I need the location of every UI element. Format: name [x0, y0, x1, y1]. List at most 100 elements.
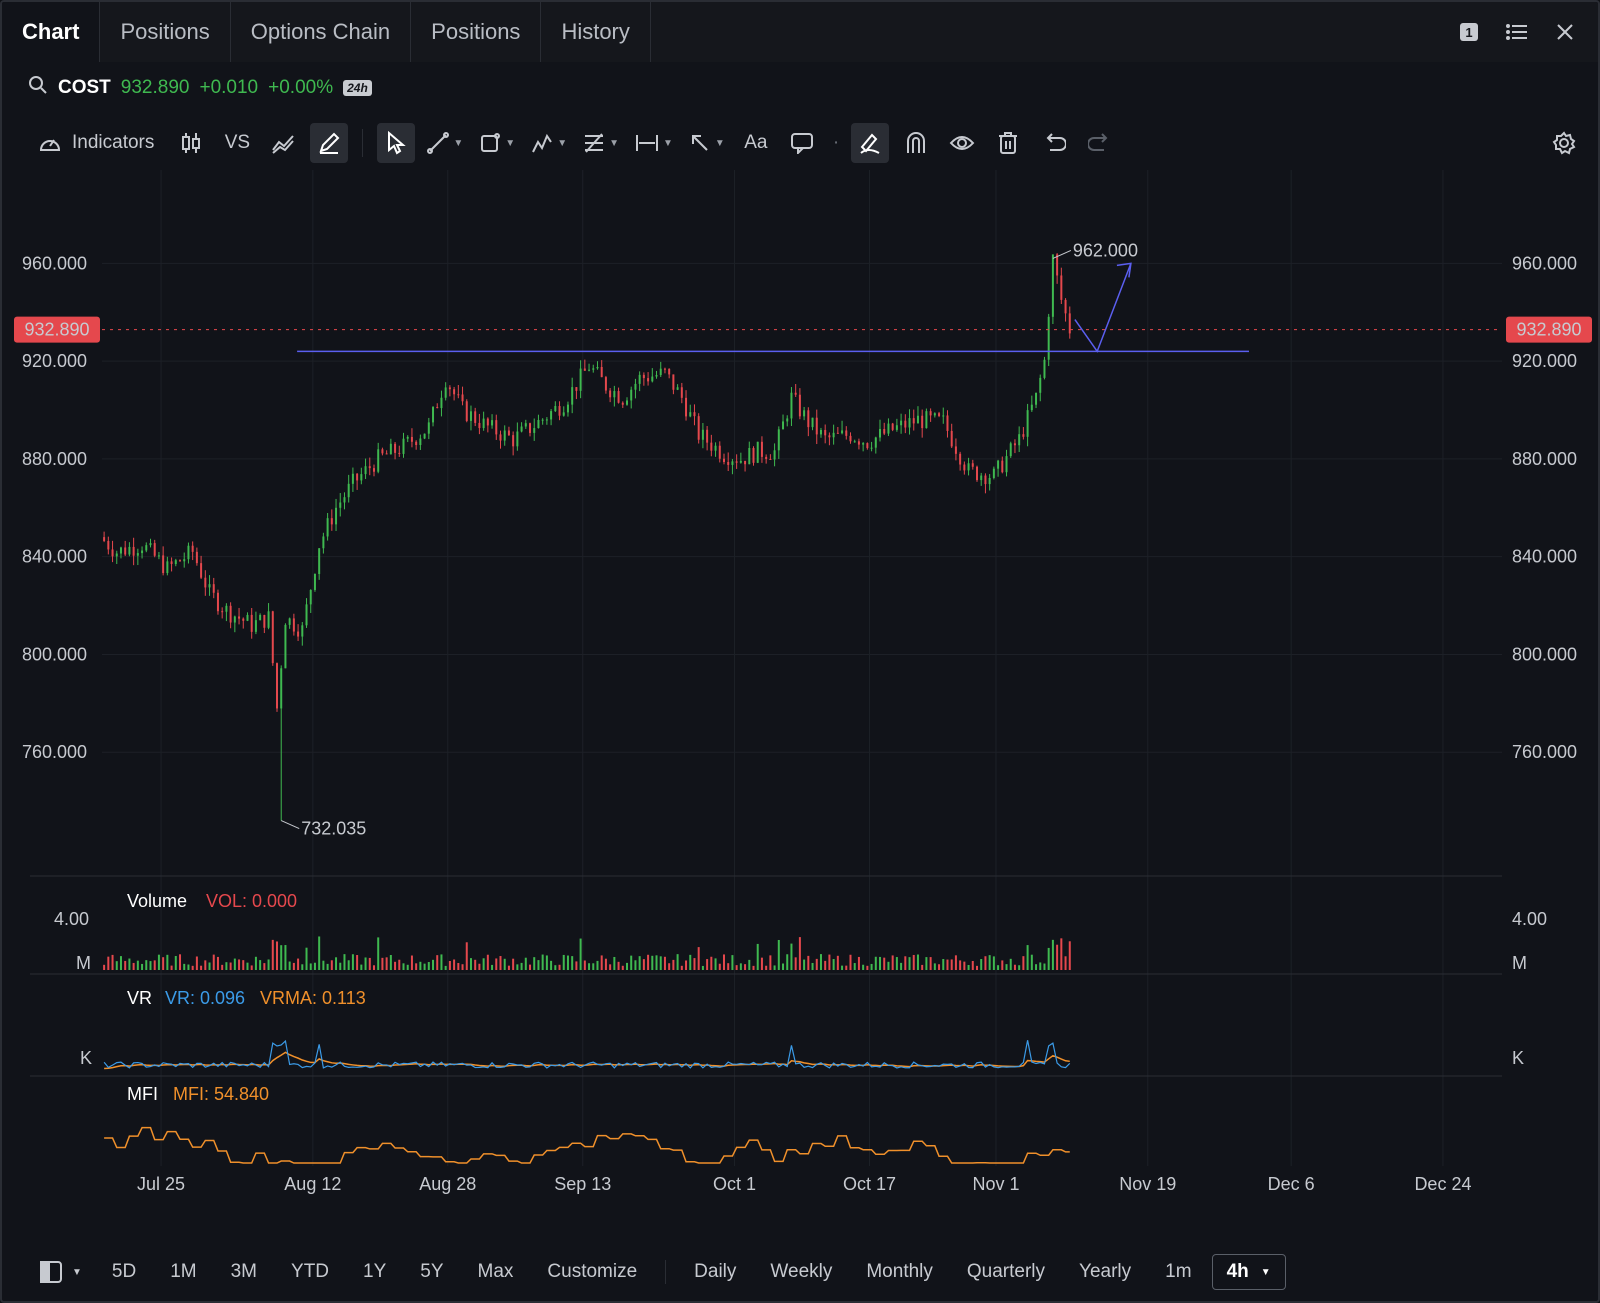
candlestick-series	[103, 253, 1071, 821]
candle-body	[992, 468, 995, 478]
volume-bar	[216, 956, 219, 970]
interval-monthly[interactable]: Monthly	[852, 1255, 947, 1289]
interval-yearly[interactable]: Yearly	[1065, 1255, 1145, 1289]
candle-body	[153, 543, 156, 556]
tab-positions[interactable]: Positions	[100, 2, 231, 62]
user-drawings[interactable]	[297, 262, 1249, 353]
period-3m[interactable]: 3M	[217, 1255, 271, 1289]
layout-toggle-button[interactable]: ▼	[30, 1255, 92, 1289]
layout-1-icon[interactable]: 1	[1456, 19, 1482, 45]
candle-body	[984, 475, 987, 485]
candle-body	[1056, 254, 1059, 276]
search-icon[interactable]	[28, 75, 48, 101]
volume-bar	[1035, 964, 1038, 970]
candle-body	[659, 368, 662, 376]
candle-body	[313, 573, 316, 590]
redo-icon[interactable]	[1081, 123, 1119, 163]
candle-body	[916, 415, 919, 424]
symbol-ticker[interactable]: COST	[58, 77, 111, 99]
compare-button[interactable]: VS	[218, 123, 256, 163]
period-ytd[interactable]: YTD	[277, 1255, 343, 1289]
candle-body	[1018, 434, 1021, 446]
line-chart-icon[interactable]	[264, 123, 302, 163]
list-icon[interactable]	[1504, 19, 1530, 45]
volume-bar	[883, 957, 886, 970]
volume-bar	[183, 963, 186, 970]
candle-body	[980, 475, 983, 481]
x-tick-label: Sep 13	[554, 1174, 611, 1194]
volume-bar	[756, 943, 759, 970]
y-tick-label-left: 840.000	[22, 547, 87, 567]
volume-bar	[1018, 965, 1021, 970]
period-max[interactable]: Max	[464, 1255, 528, 1289]
settings-icon[interactable]	[1548, 123, 1598, 163]
interval-select[interactable]: 4h ▼	[1211, 1254, 1286, 1290]
shape-icon[interactable]: ▼	[475, 123, 519, 163]
comment-icon[interactable]	[783, 123, 821, 163]
candle-body	[288, 618, 291, 625]
measure-icon[interactable]: ▼	[631, 123, 677, 163]
x-tick-label: Aug 12	[284, 1174, 341, 1194]
candle-body	[1047, 316, 1050, 360]
fib-icon[interactable]: ▼	[579, 123, 623, 163]
volume-bar	[663, 956, 666, 970]
interval-daily[interactable]: Daily	[680, 1255, 750, 1289]
volume-bar	[233, 958, 236, 970]
dot-separator: ·	[832, 132, 840, 153]
magnet-icon[interactable]	[897, 123, 935, 163]
volume-bar	[807, 955, 810, 970]
interval-quarterly[interactable]: Quarterly	[953, 1255, 1059, 1289]
period-customize[interactable]: Customize	[533, 1255, 651, 1289]
candle-body	[782, 421, 785, 430]
volume-bar	[225, 962, 228, 970]
undo-icon[interactable]	[1035, 123, 1073, 163]
trash-icon[interactable]	[989, 123, 1027, 163]
candle-body	[579, 368, 582, 391]
candle-body	[613, 391, 616, 398]
close-icon[interactable]	[1552, 19, 1578, 45]
volume-bar	[921, 964, 924, 970]
volume-bar	[904, 956, 907, 970]
volume-bar	[963, 961, 966, 970]
period-1y[interactable]: 1Y	[349, 1255, 400, 1289]
chart-area[interactable]: 960.000 960.000 920.000 920.000 880.000 880.0…	[2, 170, 1598, 1242]
candle-body	[1026, 410, 1029, 437]
tab-positions-2[interactable]: Positions	[411, 2, 542, 62]
volume-bar	[786, 954, 789, 970]
text-tool-label: Aa	[744, 132, 768, 153]
pencil-icon[interactable]	[310, 123, 349, 163]
candle-body	[318, 548, 321, 574]
x-tick-label: Oct 1	[713, 1174, 756, 1194]
arrow-icon[interactable]: ▼	[685, 123, 729, 163]
text-tool-button[interactable]: Aa	[737, 123, 775, 163]
volume-bar	[777, 939, 780, 970]
tab-history[interactable]: History	[541, 2, 651, 62]
pattern-icon[interactable]: ▼	[527, 123, 571, 163]
y-tick-label-right: 840.000	[1512, 547, 1577, 567]
tab-chart[interactable]: Chart	[2, 2, 101, 62]
volume-bar	[545, 955, 548, 970]
interval-1m[interactable]: 1m	[1151, 1255, 1205, 1289]
magnet-draw-icon[interactable]	[851, 123, 890, 163]
volume-bar	[343, 954, 346, 970]
period-5d[interactable]: 5D	[98, 1255, 150, 1289]
volume-bar	[592, 963, 595, 970]
volume-bar	[326, 963, 329, 970]
tab-options-chain[interactable]: Options Chain	[231, 2, 412, 62]
trendline-icon[interactable]: ▼	[423, 123, 467, 163]
cursor-icon[interactable]	[377, 123, 416, 163]
candle-body	[448, 387, 451, 390]
volume-bar	[997, 965, 1000, 970]
volume-bar	[617, 961, 620, 970]
period-1m[interactable]: 1M	[156, 1255, 210, 1289]
candle-body	[238, 616, 241, 619]
period-5y[interactable]: 5Y	[406, 1255, 457, 1289]
candles-icon[interactable]	[172, 123, 210, 163]
volume-bar	[250, 965, 253, 970]
volume-bar	[368, 957, 371, 970]
interval-weekly[interactable]: Weekly	[756, 1255, 846, 1289]
candle-body	[853, 441, 856, 443]
indicators-button[interactable]: Indicators	[28, 123, 164, 163]
candle-body	[280, 668, 283, 709]
eye-icon[interactable]	[943, 123, 981, 163]
